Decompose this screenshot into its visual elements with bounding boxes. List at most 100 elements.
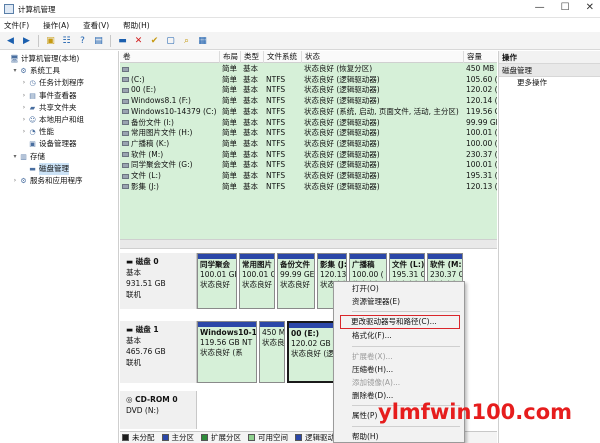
- legend-swatch: [295, 434, 302, 441]
- col-header-type[interactable]: 类型: [241, 51, 264, 63]
- minimize-button[interactable]: —: [535, 2, 545, 13]
- tree-item[interactable]: ▣ 设备管理器: [0, 138, 118, 150]
- help-icon[interactable]: ?: [76, 34, 89, 47]
- properties-icon[interactable]: ☷: [60, 34, 73, 47]
- volume-name: 广播稿 (K:): [131, 138, 170, 148]
- menu-separator: [352, 425, 460, 427]
- col-header-capacity[interactable]: 容量: [464, 51, 497, 63]
- up-folder-icon[interactable]: ▣: [44, 34, 57, 47]
- tree-item[interactable]: 🖥 计算机管理(本地): [0, 53, 118, 65]
- table-row[interactable]: 软件 (M:) 简单 基本 NTFS 状态良好 (逻辑驱动器) 230.37 (: [120, 150, 497, 161]
- tree-item[interactable]: ▬ 磁盘管理: [0, 162, 118, 175]
- table-row[interactable]: 文件 (L:) 简单 基本 NTFS 状态良好 (逻辑驱动器) 195.31 (: [120, 171, 497, 182]
- tree-item[interactable]: › ☺ 本地用户和组: [0, 114, 118, 126]
- table-row[interactable]: Windows10-14379 (C:) 简单 基本 NTFS 状态良好 (系统, 启动…: [120, 107, 497, 118]
- connect-icon[interactable]: ▬: [116, 34, 129, 47]
- col-header-layout[interactable]: 布局: [220, 51, 241, 63]
- context-menu-item[interactable]: 格式化(F)...: [334, 329, 464, 342]
- tree-item[interactable]: ▾ ⚙ 系统工具: [0, 65, 118, 77]
- partition-block[interactable]: 备份文件 99.99 GE 状态良好: [277, 253, 315, 309]
- tree-item[interactable]: › ▤ 事件查看器: [0, 90, 118, 102]
- menu-file[interactable]: 文件(F): [4, 20, 29, 31]
- expand-chevron-icon[interactable]: ▾: [11, 151, 19, 163]
- table-row[interactable]: 广播稿 (K:) 简单 基本 NTFS 状态良好 (逻辑驱动器) 100.00 (: [120, 139, 497, 150]
- table-row[interactable]: 影集 (J:) 简单 基本 NTFS 状态良好 (逻辑驱动器) 120.13 (: [120, 182, 497, 193]
- back-arrow-icon[interactable]: ◀: [4, 34, 17, 47]
- maximize-button[interactable]: ☐: [561, 2, 570, 13]
- table-row[interactable]: 同学聚会文件 (G:) 简单 基本 NTFS 状态良好 (逻辑驱动器) 100.01 (: [120, 160, 497, 171]
- context-menu-item[interactable]: 压缩卷(H)...: [334, 363, 464, 376]
- cell-type: 基本: [243, 74, 258, 84]
- search-icon[interactable]: ⌕: [180, 34, 193, 47]
- tree-item-label: 存储: [30, 151, 45, 161]
- more-actions-link[interactable]: 更多操作: [499, 77, 600, 89]
- cell-layout: 简单: [222, 106, 237, 116]
- expand-chevron-icon[interactable]: ›: [20, 114, 28, 126]
- cell-type: 基本: [243, 160, 258, 170]
- tree-item[interactable]: › ▰ 共享文件夹: [0, 102, 118, 114]
- partition-block[interactable]: Windows10-1 119.56 GB NT 状态良好 (系: [197, 321, 257, 383]
- partition-block[interactable]: 常用图片 100.01 G 状态良好: [239, 253, 275, 309]
- expand-chevron-icon[interactable]: ›: [20, 126, 28, 138]
- col-header-filesystem[interactable]: 文件系统: [264, 51, 302, 63]
- table-row[interactable]: 备份文件 (I:) 简单基本 NTFS 状态良好 (逻辑驱动器) 99.99 GB: [120, 118, 497, 129]
- cell-status: 状态良好 (逻辑驱动器): [304, 171, 380, 180]
- col-header-volume[interactable]: 卷: [120, 51, 220, 63]
- context-menu-item[interactable]: 帮助(H): [334, 430, 464, 443]
- cell-filesystem: NTFS: [266, 74, 286, 84]
- tree-item-label: 性能: [39, 127, 54, 137]
- disk-info[interactable]: ◎ CD-ROM 0 DVD (N:): [120, 391, 197, 429]
- col-header-status[interactable]: 状态: [302, 51, 464, 63]
- context-menu-item[interactable]: 打开(O): [334, 282, 464, 295]
- partition-block[interactable]: 同学聚会 100.01 GB 状态良好: [197, 253, 237, 309]
- table-row[interactable]: 常用图片文件 (H:) 简单 基本 NTFS 状态良好 (逻辑驱动器) 100.01 (: [120, 128, 497, 139]
- context-menu-item[interactable]: 更改驱动器号和路径(C)...: [340, 315, 460, 330]
- tree-item[interactable]: ▾ ▥ 存储: [0, 151, 118, 163]
- partition-size: 100.01 GB: [200, 270, 236, 279]
- clock-icon: ◷: [29, 79, 36, 88]
- tree-item[interactable]: › ◷ 任务计划程序: [0, 77, 118, 89]
- cell-capacity: 230.37 (: [466, 149, 497, 159]
- menu-view[interactable]: 查看(V): [83, 20, 109, 31]
- toolbar-separator: [38, 34, 39, 47]
- expand-chevron-icon[interactable]: ›: [20, 102, 28, 114]
- tree-item[interactable]: › ⚙ 服务和应用程序: [0, 175, 118, 187]
- context-menu-item: 添加镜像(A)...: [352, 377, 401, 387]
- partition-status: 状态良好: [280, 280, 310, 289]
- list-view-icon[interactable]: ▤: [92, 34, 105, 47]
- disk-info[interactable]: ▬ 磁盘 1 基本 465.76 GB 联机: [120, 321, 197, 383]
- disk-type: DVD (N:): [126, 406, 159, 415]
- partition-name: 影集 (J:: [320, 260, 346, 269]
- cell-type: 基本: [243, 171, 258, 180]
- table-row[interactable]: 简单 基本 状态良好 (恢复分区) 450 MB: [120, 64, 497, 75]
- volume-icon: [122, 173, 129, 179]
- table-row[interactable]: 00 (E:) 简单 基本 NTFS 状态良好 (逻辑驱动器) 120.02 (: [120, 85, 497, 96]
- menu-help[interactable]: 帮助(H): [123, 20, 150, 31]
- actions-section-disk-management[interactable]: 磁盘管理: [499, 64, 600, 77]
- expand-chevron-icon[interactable]: ›: [20, 77, 28, 89]
- close-button[interactable]: ✕: [586, 2, 594, 13]
- expand-chevron-icon[interactable]: ▾: [11, 65, 19, 77]
- pane-splitter[interactable]: [120, 239, 497, 249]
- performance-icon: ◔: [29, 128, 36, 137]
- disk-info[interactable]: ▬ 磁盘 0 基本 931.51 GB 联机: [120, 253, 197, 309]
- storage-icon: ▥: [20, 152, 27, 161]
- menu-action[interactable]: 操作(A): [43, 20, 69, 31]
- open-icon[interactable]: ▢: [164, 34, 177, 47]
- context-menu-item[interactable]: 资源管理器(E): [334, 295, 464, 308]
- expand-chevron-icon[interactable]: ›: [20, 90, 28, 102]
- delete-icon[interactable]: ✕: [132, 34, 145, 47]
- actions-header: 操作: [499, 51, 600, 64]
- export-icon[interactable]: ▦: [196, 34, 209, 47]
- tree-item[interactable]: › ◔ 性能: [0, 126, 118, 138]
- partition-block[interactable]: 450 M 状态良: [259, 321, 285, 383]
- table-row[interactable]: (C:) 简单 基本 NTFS 状态良好 (逻辑驱动器) 105.60 (: [120, 75, 497, 86]
- tree-item-label: 任务计划程序: [39, 78, 84, 88]
- cell-status: 状态良好 (逻辑驱动器): [304, 74, 380, 84]
- checkmark-icon[interactable]: ✔: [148, 34, 161, 47]
- cell-layout: 简单: [222, 117, 237, 127]
- table-row[interactable]: Windows8.1 (F:) 简单 基本 NTFS 状态良好 (逻辑驱动器) 120.1…: [120, 96, 497, 107]
- forward-arrow-icon[interactable]: ▶: [20, 34, 33, 47]
- expand-chevron-icon[interactable]: ›: [11, 175, 19, 187]
- disk-type: 基本: [126, 336, 141, 345]
